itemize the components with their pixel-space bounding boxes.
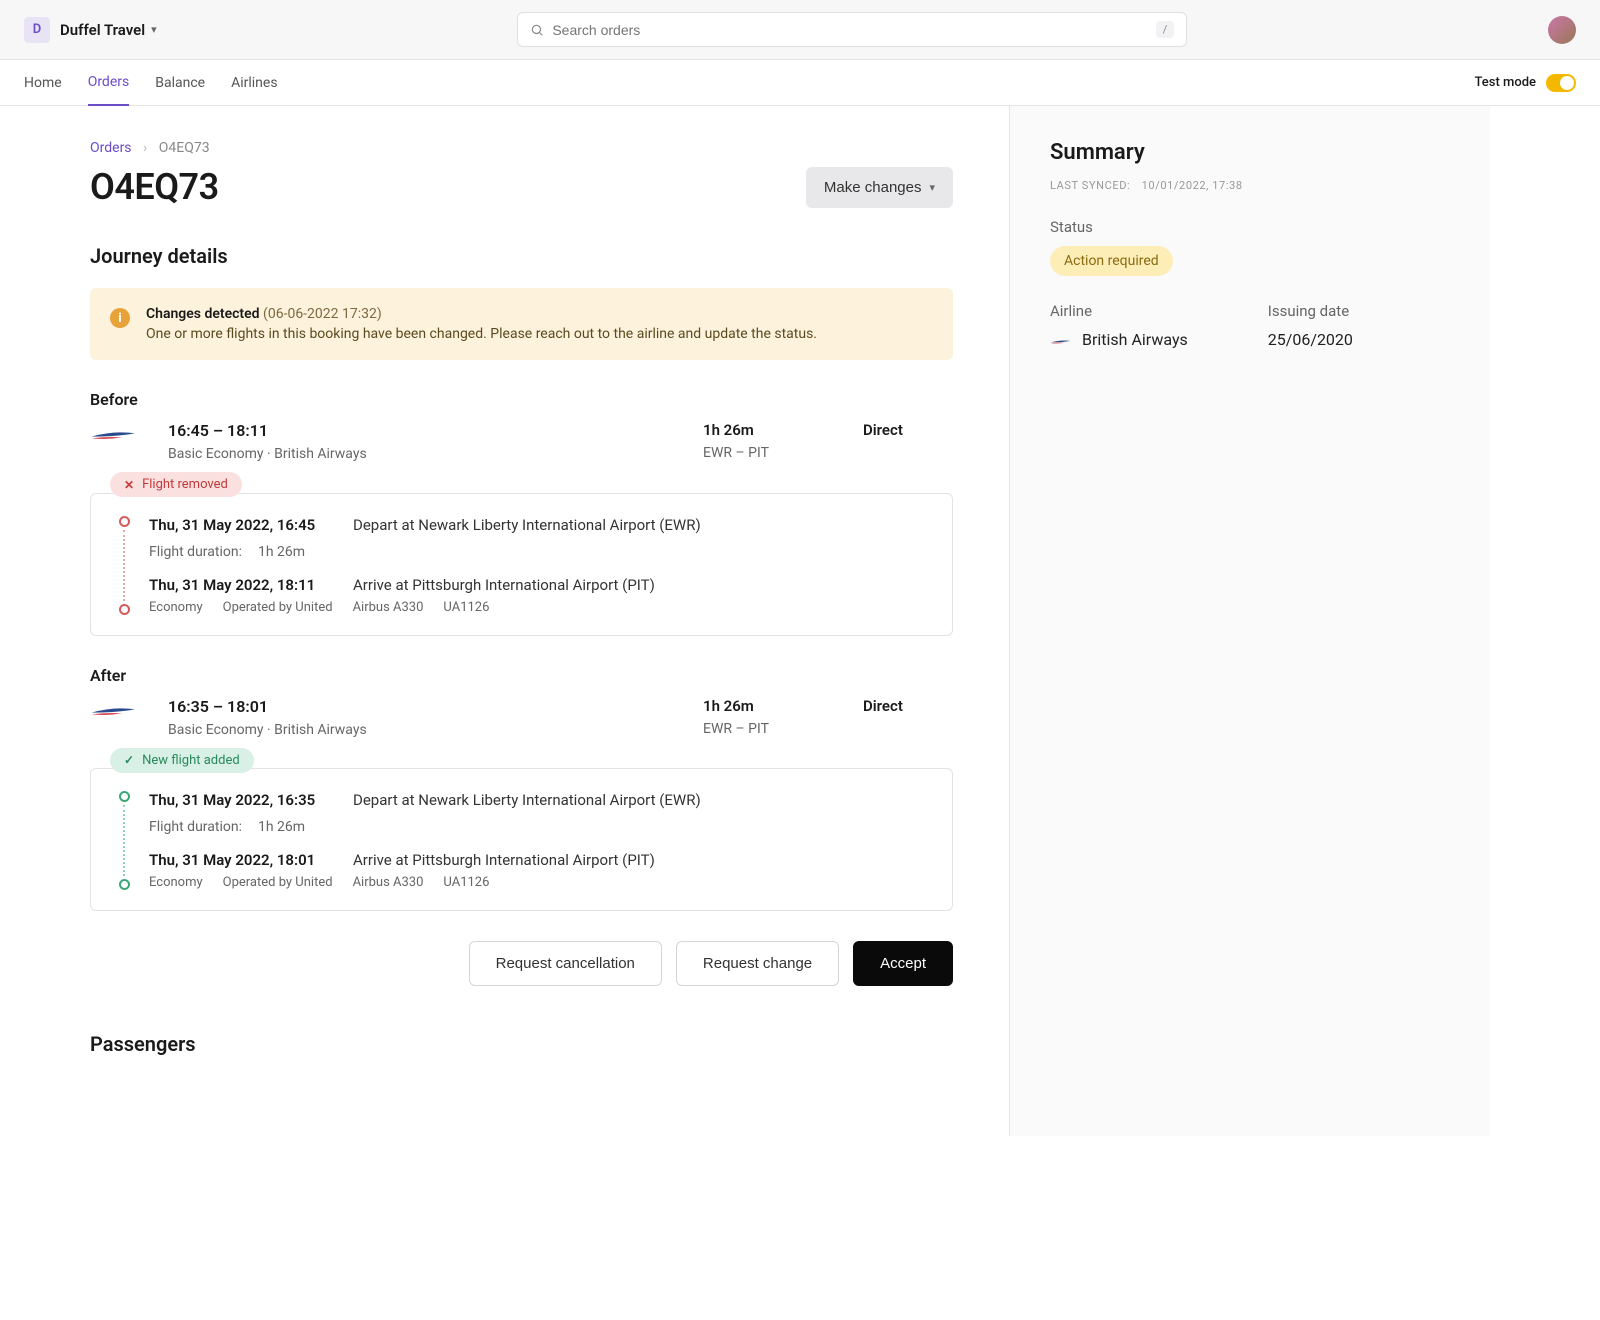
info-icon: i [110,308,130,328]
issuing-date-label: Issuing date [1268,302,1353,320]
after-depart-time: Thu, 31 May 2022, 16:35 [149,791,339,809]
breadcrumb-root[interactable]: Orders [90,140,132,156]
nav-orders[interactable]: Orders [88,60,130,106]
after-arrive-text: Arrive at Pittsburgh International Airpo… [353,851,655,869]
org-name: Duffel Travel [60,21,145,39]
british-airways-logo [90,703,138,723]
search-input[interactable] [552,22,1155,38]
after-depart-text: Depart at Newark Liberty International A… [353,791,701,809]
seg-meta-item: Airbus A330 [353,875,424,890]
after-duration: 1h 26m [703,697,833,715]
page-title: O4EQ73 [90,166,806,208]
request-change-button[interactable]: Request change [676,941,839,986]
before-depart-text: Depart at Newark Liberty International A… [353,516,701,534]
banner-title: Changes detected [146,306,260,322]
search-shortcut: / [1156,21,1175,38]
avatar[interactable] [1548,16,1576,44]
airline-value: British Airways [1082,330,1188,349]
british-airways-logo [1050,330,1072,349]
nav-balance[interactable]: Balance [155,61,205,105]
british-airways-logo [90,427,138,447]
before-segment-card: Thu, 31 May 2022, 16:45 Depart at Newark… [90,493,953,636]
journey-details-heading: Journey details [90,244,953,268]
flight-duration-label: Flight duration: [149,544,242,560]
before-stops: Direct [863,421,953,439]
seg-meta-item: UA1126 [443,875,489,890]
timeline-line [123,805,125,876]
after-route: EWR – PIT [703,721,833,737]
test-mode-toggle[interactable] [1546,74,1576,92]
org-badge: D [24,17,50,43]
seg-meta-item: UA1126 [443,600,489,615]
seg-meta-item: Economy [149,875,203,890]
airline-label: Airline [1050,302,1188,320]
seg-meta-item: Airbus A330 [353,600,424,615]
banner-body: One or more flights in this booking have… [146,326,817,342]
chevron-down-icon: ▾ [929,181,935,194]
issuing-date-value: 25/06/2020 [1268,330,1353,349]
last-synced-value: 10/01/2022, 17:38 [1142,179,1243,192]
after-label: After [90,666,953,685]
last-synced-label: Last synced: [1050,179,1130,192]
timeline-dot-icon [119,516,130,527]
after-stops: Direct [863,697,953,715]
timeline-dot-icon [119,879,130,890]
after-segment-card: Thu, 31 May 2022, 16:35 Depart at Newark… [90,768,953,911]
test-mode-label: Test mode [1474,75,1536,90]
breadcrumb-current: O4EQ73 [159,140,210,156]
seg-meta-item: Economy [149,600,203,615]
before-duration: 1h 26m [703,421,833,439]
before-depart-time: Thu, 31 May 2022, 16:45 [149,516,339,534]
accept-button[interactable]: Accept [853,941,953,986]
nav-home[interactable]: Home [24,61,62,105]
timeline-dot-icon [119,604,130,615]
search-icon [530,23,544,37]
before-times: 16:45 – 18:11 [168,421,673,440]
check-icon: ✓ [124,753,134,767]
chevron-right-icon: › [143,140,147,156]
passengers-heading: Passengers [90,1032,953,1056]
before-route: EWR – PIT [703,445,833,461]
new-flight-added-pill: ✓ New flight added [110,748,254,773]
flight-duration-value: 1h 26m [258,544,305,560]
before-fare: Basic Economy · British Airways [168,446,673,462]
org-switcher[interactable]: Duffel Travel ▾ [60,21,157,39]
seg-meta-item: Operated by United [223,600,333,615]
summary-heading: Summary [1050,140,1450,165]
before-arrive-time: Thu, 31 May 2022, 18:11 [149,576,339,594]
nav-airlines[interactable]: Airlines [231,61,277,105]
timeline-dot-icon [119,791,130,802]
flight-duration-value: 1h 26m [258,819,305,835]
after-arrive-time: Thu, 31 May 2022, 18:01 [149,851,339,869]
flight-removed-pill: ✕ Flight removed [110,472,242,497]
make-changes-button[interactable]: Make changes ▾ [806,167,953,208]
status-badge: Action required [1050,246,1173,276]
seg-meta-item: Operated by United [223,875,333,890]
banner-timestamp: (06-06-2022 17:32) [263,306,382,322]
before-arrive-text: Arrive at Pittsburgh International Airpo… [353,576,655,594]
search-input-wrap[interactable]: / [517,12,1187,47]
request-cancellation-button[interactable]: Request cancellation [469,941,662,986]
breadcrumb: Orders › O4EQ73 [90,140,953,156]
before-label: Before [90,390,953,409]
close-icon: ✕ [124,478,134,492]
changes-banner: i Changes detected (06-06-2022 17:32) On… [90,288,953,360]
after-times: 16:35 – 18:01 [168,697,673,716]
flight-duration-label: Flight duration: [149,819,242,835]
after-fare: Basic Economy · British Airways [168,722,673,738]
status-label: Status [1050,218,1450,236]
timeline-line [123,530,125,601]
